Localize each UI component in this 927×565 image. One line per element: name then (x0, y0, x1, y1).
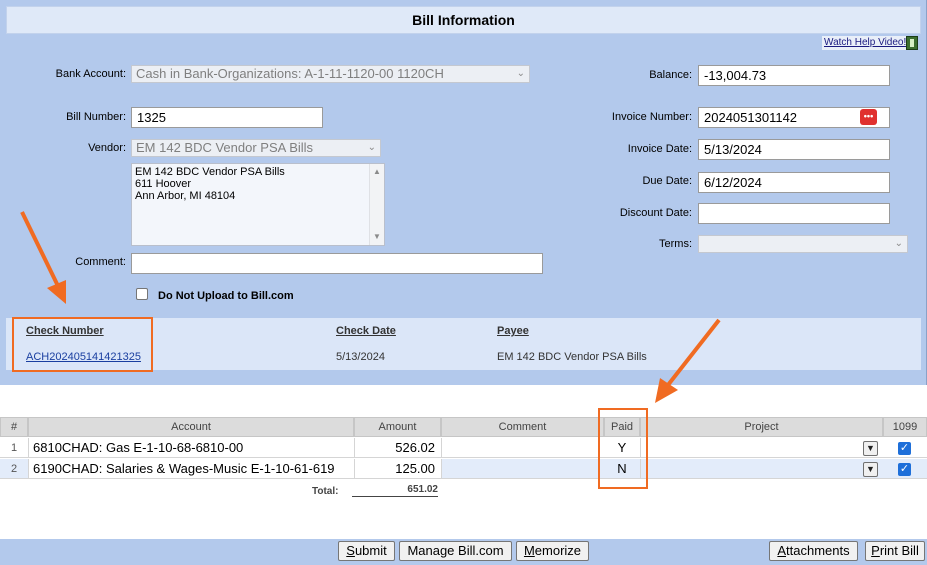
attachments-button[interactable]: Attachments (769, 541, 858, 561)
memorize-label: emorize (534, 543, 582, 558)
print-label: rint Bill (879, 543, 919, 558)
attachments-label: ttachments (786, 543, 850, 558)
annotation-arrows (20, 211, 721, 403)
attachments-hotkey: A (777, 543, 787, 558)
arrow-to-check-number (20, 211, 60, 287)
print-bill-button[interactable]: Print Bill (865, 541, 925, 561)
manage-billcom-button[interactable]: Manage Bill.com (399, 541, 512, 561)
submit-label: ubmit (354, 543, 387, 558)
arrow-to-paid-column (666, 318, 721, 387)
print-hotkey: P (871, 543, 880, 558)
submit-button[interactable]: Submit (338, 541, 395, 561)
submit-hotkey: S (346, 543, 355, 558)
memorize-hotkey: M (523, 543, 535, 558)
memorize-button[interactable]: Memorize (516, 541, 589, 561)
arrow-head (655, 378, 678, 403)
